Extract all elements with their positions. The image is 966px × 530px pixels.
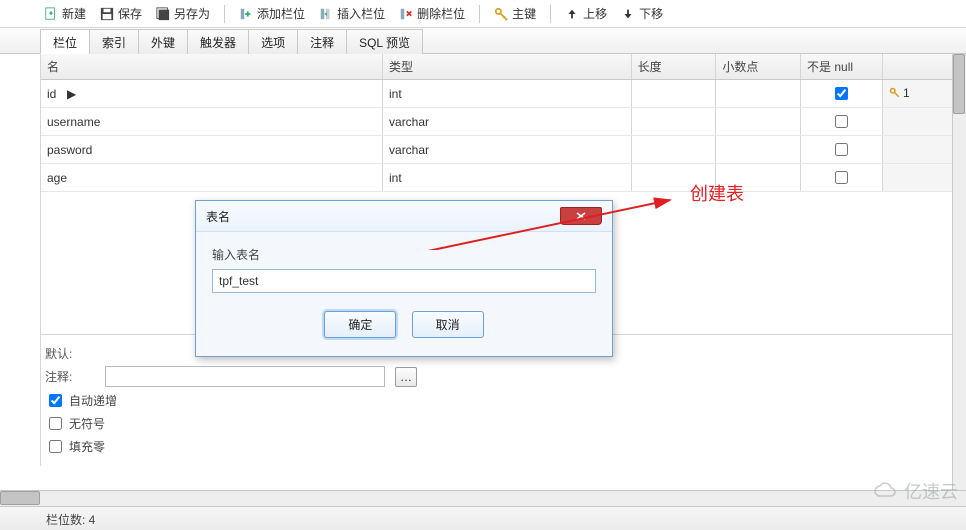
zerofill-label: 填充零 (69, 438, 105, 455)
insert-column-icon (319, 7, 333, 21)
delete-column-button[interactable]: 删除栏位 (395, 3, 469, 24)
table-row[interactable]: ▶idint1 (41, 80, 965, 108)
unsigned-checkbox[interactable] (49, 417, 62, 430)
vertical-scrollbar[interactable] (952, 54, 966, 490)
notnull-checkbox[interactable] (835, 115, 848, 128)
cell-dec[interactable] (716, 108, 801, 136)
comment-label: 注释: (45, 368, 95, 385)
cell-len[interactable] (631, 108, 716, 136)
zerofill-checkbox[interactable] (49, 440, 62, 453)
cell-notnull[interactable] (801, 136, 883, 164)
primary-key-button[interactable]: 主键 (490, 3, 540, 24)
separator (550, 5, 551, 23)
separator (224, 5, 225, 23)
delete-column-icon (399, 7, 413, 21)
table-name-input[interactable] (212, 269, 596, 293)
cell-type[interactable]: varchar (383, 108, 632, 136)
tab-columns[interactable]: 栏位 (40, 29, 90, 54)
cell-dec[interactable] (716, 80, 801, 108)
delete-column-label: 删除栏位 (417, 5, 465, 22)
dialog-label: 输入表名 (212, 246, 596, 263)
move-up-button[interactable]: 上移 (561, 3, 611, 24)
cell-dec[interactable] (716, 136, 801, 164)
insert-column-button[interactable]: 插入栏位 (315, 3, 389, 24)
horizontal-scrollbar[interactable] (0, 490, 966, 506)
status-text: 栏位数: 4 (46, 513, 95, 527)
comment-input[interactable] (105, 366, 385, 387)
insert-column-label: 插入栏位 (337, 5, 385, 22)
autoinc-label: 自动递增 (69, 392, 117, 409)
dialog-title: 表名 (206, 208, 230, 225)
col-type-header[interactable]: 类型 (383, 54, 632, 80)
add-column-icon (239, 7, 253, 21)
notnull-checkbox[interactable] (835, 171, 848, 184)
tab-sqlpreview[interactable]: SQL 预览 (346, 29, 423, 54)
tab-strip: 栏位 索引 外键 触发器 选项 注释 SQL 预览 (0, 28, 966, 54)
saveas-label: 另存为 (174, 5, 210, 22)
tab-triggers[interactable]: 触发器 (187, 29, 249, 54)
key-icon (494, 7, 508, 21)
new-button[interactable]: 新建 (40, 3, 90, 24)
col-name-header[interactable]: 名 (41, 54, 383, 80)
cell-type[interactable]: int (383, 80, 632, 108)
cell-name[interactable]: age (41, 164, 383, 192)
columns-grid[interactable]: 名 类型 长度 小数点 不是 null ▶idint1usernamevarch… (41, 54, 965, 192)
autoinc-checkbox[interactable] (49, 394, 62, 407)
default-label: 默认: (45, 345, 95, 362)
dialog-close-button[interactable] (560, 207, 602, 225)
cloud-icon (872, 482, 900, 500)
add-column-button[interactable]: 添加栏位 (235, 3, 309, 24)
table-row[interactable]: ageint (41, 164, 965, 192)
arrow-up-icon (565, 7, 579, 21)
status-bar: 栏位数: 4 (0, 506, 966, 530)
new-label: 新建 (62, 5, 86, 22)
comment-ellipsis-button[interactable]: … (395, 367, 417, 387)
table-name-dialog: 表名 输入表名 确定 取消 (195, 200, 613, 357)
cell-len[interactable] (631, 136, 716, 164)
floppy-copy-icon (156, 7, 170, 21)
cell-name[interactable]: ▶id (41, 80, 383, 108)
dialog-cancel-button[interactable]: 取消 (412, 311, 484, 338)
move-down-button[interactable]: 下移 (617, 3, 667, 24)
arrow-down-icon (621, 7, 635, 21)
save-label: 保存 (118, 5, 142, 22)
notnull-checkbox[interactable] (835, 87, 848, 100)
tab-options[interactable]: 选项 (248, 29, 298, 54)
tab-comment[interactable]: 注释 (297, 29, 347, 54)
add-column-label: 添加栏位 (257, 5, 305, 22)
col-notnull-header[interactable]: 不是 null (801, 54, 883, 80)
tab-indexes[interactable]: 索引 (89, 29, 139, 54)
tab-fk[interactable]: 外键 (138, 29, 188, 54)
move-down-label: 下移 (639, 5, 663, 22)
cell-notnull[interactable] (801, 80, 883, 108)
saveas-button[interactable]: 另存为 (152, 3, 214, 24)
cell-type[interactable]: int (383, 164, 632, 192)
cell-type[interactable]: varchar (383, 136, 632, 164)
floppy-icon (100, 7, 114, 21)
main-toolbar: 新建 保存 另存为 添加栏位 插入栏位 删除栏位 主键 上移 下移 (0, 0, 966, 28)
primary-key-label: 主键 (512, 5, 536, 22)
unsigned-label: 无符号 (69, 415, 105, 432)
col-dec-header[interactable]: 小数点 (716, 54, 801, 80)
save-button[interactable]: 保存 (96, 3, 146, 24)
cell-len[interactable] (631, 80, 716, 108)
table-row[interactable]: usernamevarchar (41, 108, 965, 136)
col-len-header[interactable]: 长度 (631, 54, 716, 80)
table-row[interactable]: paswordvarchar (41, 136, 965, 164)
notnull-checkbox[interactable] (835, 143, 848, 156)
close-icon (574, 211, 588, 221)
cell-name[interactable]: username (41, 108, 383, 136)
cell-notnull[interactable] (801, 108, 883, 136)
cell-notnull[interactable] (801, 164, 883, 192)
separator (479, 5, 480, 23)
cell-name[interactable]: pasword (41, 136, 383, 164)
move-up-label: 上移 (583, 5, 607, 22)
annotation-text: 创建表 (690, 180, 744, 206)
plus-doc-icon (44, 7, 58, 21)
watermark: 亿速云 (872, 478, 958, 504)
dialog-ok-button[interactable]: 确定 (324, 311, 396, 338)
